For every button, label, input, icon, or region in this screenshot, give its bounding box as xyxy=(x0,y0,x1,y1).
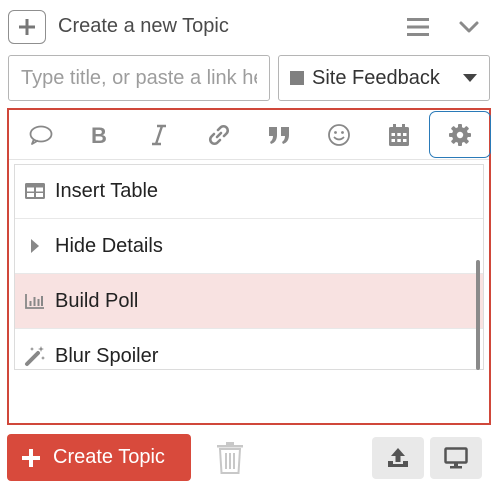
menu-item-label: Hide Details xyxy=(55,234,163,257)
link-button[interactable] xyxy=(193,110,245,160)
caret-down-icon xyxy=(463,74,477,82)
upload-icon xyxy=(388,448,408,467)
blockquote-icon xyxy=(269,127,289,144)
bold-button[interactable]: B xyxy=(73,110,125,160)
gear-icon xyxy=(449,123,471,146)
plus-icon xyxy=(19,19,35,35)
new-topic-button[interactable] xyxy=(8,10,46,44)
category-color-swatch xyxy=(290,71,304,85)
menu-item-label: Build Poll xyxy=(55,289,139,312)
emoji-icon xyxy=(328,124,350,146)
quote-button[interactable] xyxy=(15,110,67,160)
menu-item-hide-details[interactable]: Hide Details xyxy=(15,219,483,274)
trash-icon[interactable] xyxy=(215,441,245,475)
options-button[interactable] xyxy=(429,111,491,158)
calendar-button[interactable] xyxy=(373,110,425,160)
composer-header: Create a new Topic xyxy=(0,0,499,56)
menu-item-blur-spoiler[interactable]: Blur Spoiler xyxy=(15,329,483,370)
caret-right-icon xyxy=(15,219,55,274)
menu-scrollbar[interactable] xyxy=(476,260,480,370)
table-icon xyxy=(15,165,55,219)
upload-button[interactable] xyxy=(372,437,424,479)
composer-title: Create a new Topic xyxy=(58,15,229,37)
menu-item-label: Insert Table xyxy=(55,179,159,202)
create-topic-label: Create Topic xyxy=(53,446,165,468)
italic-button[interactable] xyxy=(133,110,185,160)
desktop-icon xyxy=(444,447,468,469)
blockquote-button[interactable] xyxy=(253,110,305,160)
create-topic-button[interactable]: Create Topic xyxy=(7,434,191,481)
calendar-icon xyxy=(389,124,409,146)
magic-wand-icon xyxy=(15,329,55,370)
link-icon xyxy=(208,124,230,146)
menu-item-label: Blur Spoiler xyxy=(55,344,159,367)
bar-chart-icon xyxy=(15,274,55,329)
emoji-button[interactable] xyxy=(313,110,365,160)
quote-bubble-icon xyxy=(29,125,53,145)
svg-text:B: B xyxy=(91,124,107,146)
topic-title-input[interactable] xyxy=(8,55,270,101)
menu-item-insert-table[interactable]: Insert Table xyxy=(15,165,483,219)
category-select[interactable]: Site Feedback xyxy=(278,55,490,101)
category-label: Site Feedback xyxy=(312,66,440,89)
options-menu: Insert Table Hide Details Build Poll Blu… xyxy=(14,164,484,370)
composer: Create a new Topic Site Feedback xyxy=(0,0,499,500)
plus-icon xyxy=(22,448,40,467)
hamburger-icon[interactable] xyxy=(406,16,430,38)
chevron-down-icon[interactable] xyxy=(458,16,480,38)
editor-panel: B Insert Table Hide Details Build Poll B… xyxy=(7,108,491,425)
bold-icon: B xyxy=(91,124,107,146)
menu-item-build-poll[interactable]: Build Poll xyxy=(15,274,483,329)
italic-icon xyxy=(152,124,166,146)
editor-toolbar: B xyxy=(9,110,491,160)
preview-toggle-button[interactable] xyxy=(430,437,482,479)
